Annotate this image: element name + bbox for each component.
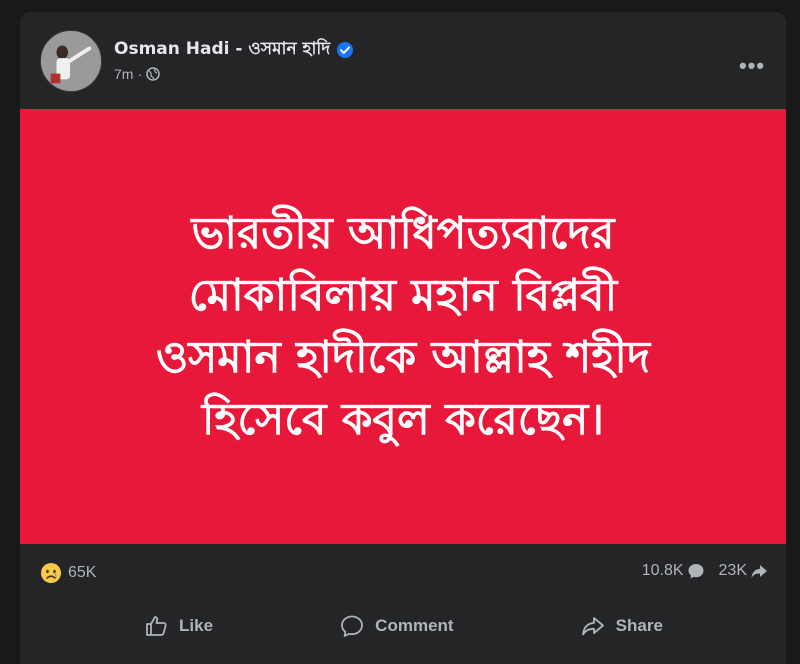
post-meta: 7m · (114, 66, 160, 82)
comment-bubble-icon (687, 562, 705, 580)
author-name[interactable]: Osman Hadi - ওসমান হাদি (114, 36, 330, 64)
share-count-value: 23K (718, 562, 747, 579)
share-icon (581, 617, 604, 636)
more-options-button[interactable]: ••• (734, 48, 770, 84)
thumbs-up-icon (146, 616, 167, 636)
post-timestamp[interactable]: 7m (114, 66, 133, 82)
avatar-image (41, 31, 101, 91)
share-label: Share (615, 616, 663, 635)
post-image-text: ভারতীয় আধিপত্যবাদের মোকাবিলায় মহান বিপ… (155, 207, 651, 445)
comment-count[interactable]: 10.8K (642, 562, 705, 580)
like-label: Like (179, 616, 214, 635)
comment-icon (341, 615, 364, 637)
comment-label: Comment (375, 616, 454, 635)
share-button[interactable]: Share (564, 607, 679, 645)
engagement-counts: 10.8K 23K (642, 562, 768, 580)
verified-badge-icon (336, 41, 354, 59)
reaction-count: 65K (68, 564, 97, 581)
post-stats: 65K 10.8K 23K (20, 558, 786, 594)
more-options-icon: ••• (738, 53, 766, 78)
globe-icon (146, 67, 160, 81)
comment-button[interactable]: Comment (323, 607, 469, 645)
author-row: Osman Hadi - ওসমান হাদি (114, 36, 354, 64)
meta-separator: · (137, 66, 143, 82)
reaction-summary[interactable]: 65K (40, 562, 96, 584)
like-button[interactable]: Like (127, 607, 229, 645)
share-count[interactable]: 23K (719, 562, 768, 580)
sad-face-icon (40, 562, 62, 584)
post-actions: Like Comment Share (20, 604, 786, 648)
post-card: Osman Hadi - ওসমান হাদি 7m · ••• ভারতীয়… (20, 12, 786, 664)
post-image[interactable]: ভারতীয় আধিপত্যবাদের মোকাবিলায় মহান বিপ… (20, 109, 786, 544)
comment-count-value: 10.8K (641, 562, 684, 579)
author-avatar[interactable] (40, 30, 102, 92)
post-header: Osman Hadi - ওসমান হাদি 7m · ••• (20, 12, 786, 108)
share-arrow-icon (750, 562, 768, 580)
